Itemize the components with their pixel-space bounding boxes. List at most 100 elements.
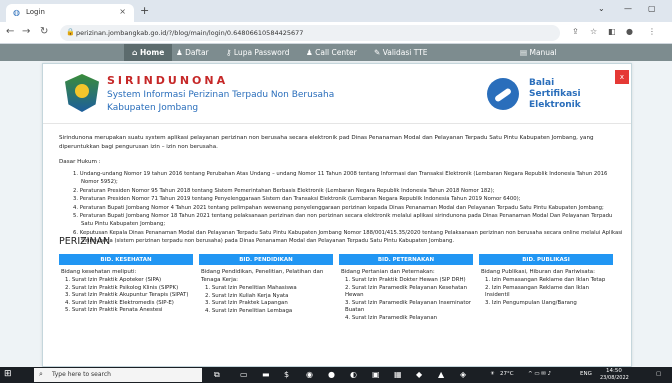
minimize-icon[interactable]: — — [624, 4, 632, 13]
new-tab-button[interactable]: + — [140, 4, 149, 17]
reload-icon[interactable]: ↻ — [40, 26, 48, 37]
column-header-peternakan[interactable]: BID. PETERNAKAN — [339, 254, 473, 265]
bse-line-1: Balai — [529, 78, 555, 88]
explorer-icon[interactable]: ▭ — [240, 370, 248, 379]
law-item: 2. Peraturan Presiden Nomor 95 Tahun 201… — [73, 187, 495, 194]
permit-item[interactable]: 4. Surat Izin Praktik Elektromedis (SIP-… — [65, 300, 193, 308]
column-pendidikan: BID. PENDIDIKAN Bidang Pendidikan, Penel… — [199, 254, 333, 315]
weather-icon[interactable]: ☀ — [490, 371, 495, 377]
law-item: 6. Keputusan Kepala Dinas Penanaman Moda… — [73, 229, 623, 245]
menu-manual[interactable]: ▤ Manual — [520, 44, 557, 61]
close-button[interactable]: x — [615, 70, 629, 84]
browser-tab-bar: ◍ Login × + ⌄ — ▢ — [0, 0, 672, 22]
menu-lupa-password[interactable]: ⚷ Lupa Password — [226, 44, 289, 61]
folder-icon[interactable]: ▬ — [262, 370, 270, 379]
permit-item[interactable]: 1. Surat Izin Praktik Apoteker (SIPA) — [65, 277, 193, 285]
bse-logo — [487, 78, 519, 110]
permit-item[interactable]: 2. Surat Izin Paramedik Pelayanan Keseha… — [345, 285, 473, 300]
dasar-hukum-label: Dasar Hukum : — [59, 159, 101, 165]
permit-item[interactable]: 3. Surat Izin Praktik Akupuntur Terapis … — [65, 292, 193, 300]
globe-icon: ◍ — [13, 8, 20, 17]
column-subtitle: Bidang Pendidikan, Penelitian, Pelatihan… — [201, 269, 324, 283]
law-item: 5. Peraturan Bupati Jombang Nomor 18 Tah… — [73, 213, 613, 228]
brand-region: Kabupaten Jombang — [107, 103, 199, 113]
permit-item[interactable]: 1. Surat Izin Penelitian Mahasiswa — [205, 285, 333, 293]
bse-line-2: Sertifikasi — [529, 89, 581, 99]
perizinan-heading: PERIZINAN — [59, 236, 111, 247]
permit-item[interactable]: 2. Izin Pemasangan Reklame dan Iklan Ins… — [485, 285, 613, 300]
permit-item[interactable]: 3. Izin Pengumpulan Uang/Barang — [485, 300, 613, 308]
column-publikasi: BID. PUBLIKASI Bidang Publikasi, Hiburan… — [479, 254, 613, 307]
column-subtitle: Bidang Pertanian dan Peternakan: — [341, 269, 435, 275]
url-text: perizinan.jombangkab.go.id/?/blog/main/l… — [76, 29, 304, 37]
profile-icon[interactable]: ● — [626, 27, 633, 36]
brand-title: SIRINDUNONA — [107, 74, 229, 87]
users-icon: ♟ — [306, 48, 313, 57]
pencil-icon: ✎ — [374, 48, 381, 57]
app-icon[interactable]: ▲ — [438, 370, 444, 379]
task-view-icon[interactable]: ⧉ — [214, 370, 220, 380]
menu-call-center[interactable]: ♟ Call Center — [306, 44, 357, 61]
home-icon: ⌂ — [132, 48, 138, 57]
taskbar-search[interactable]: ⌕ Type here to search — [34, 368, 202, 382]
column-header-kesehatan[interactable]: BID. KESEHATAN — [59, 254, 193, 265]
app-icon[interactable]: ▣ — [372, 370, 380, 379]
share-icon[interactable]: ⇪ — [572, 27, 579, 36]
law-item: 3. Peraturan Presiden Nomor 71 Tahun 201… — [73, 196, 521, 203]
permit-list: 1. Surat Izin Praktik Dokter Hewan (SIP … — [339, 277, 473, 323]
language-indicator[interactable]: ENG — [580, 371, 592, 377]
forward-icon[interactable]: → — [22, 26, 30, 37]
more-icon[interactable]: ⋮ — [648, 27, 656, 36]
app-icon[interactable]: ◐ — [350, 370, 357, 379]
app-icon[interactable]: ◆ — [416, 370, 422, 379]
permit-item[interactable]: 2. Surat Izin Praktik Psikolog Klinis (S… — [65, 285, 193, 293]
clock-time[interactable]: 14:50 — [606, 368, 622, 374]
permit-item[interactable]: 3. Surat Izin Praktek Lapangan — [205, 300, 333, 308]
chevron-down-icon[interactable]: ⌄ — [598, 4, 605, 13]
chrome-icon[interactable]: ◉ — [306, 370, 313, 379]
browser-tab[interactable]: ◍ Login × — [6, 4, 134, 22]
os-taskbar: ⊞ ⌕ Type here to search ⧉ ▭ ▬ $ ◉ ● ◐ ▣ … — [0, 367, 672, 383]
permit-item[interactable]: 2. Surat Izin Kuliah Kerja Nyata — [205, 293, 333, 301]
tab-title: Login — [26, 8, 45, 16]
url-input[interactable]: 🔒 perizinan.jombangkab.go.id/?/blog/main… — [60, 25, 560, 41]
menu-daftar[interactable]: ♟ Daftar — [176, 44, 209, 61]
column-kesehatan: BID. KESEHATAN Bidang kesehatan meliputi… — [59, 254, 193, 315]
app-icon[interactable]: ◈ — [460, 370, 466, 379]
law-list: 1. Undang-undang Nomor 19 tahun 2016 ten… — [73, 170, 625, 246]
app-icon[interactable]: $ — [284, 370, 289, 379]
address-bar: ← → ↻ 🔒 perizinan.jombangkab.go.id/?/blo… — [0, 22, 672, 44]
app-icon[interactable]: ● — [328, 370, 335, 379]
back-icon[interactable]: ← — [6, 26, 14, 37]
intro-text: Sirindunona merupakan suatu system aplik… — [59, 135, 594, 150]
clock-date[interactable]: 23/08/2022 — [600, 375, 629, 381]
key-icon: ⚷ — [226, 48, 232, 57]
permit-item[interactable]: 1. Izin Pemasangan Reklame dan Iklan Tet… — [485, 277, 613, 285]
close-tab-icon[interactable]: × — [119, 7, 126, 16]
weather-temp[interactable]: 27°C — [500, 371, 514, 377]
book-icon: ▤ — [520, 48, 528, 57]
column-header-publikasi[interactable]: BID. PUBLIKASI — [479, 254, 613, 265]
sidebar-icon[interactable]: ◧ — [608, 27, 616, 36]
permit-item[interactable]: 3. Surat Izin Paramedik Pelayanan Insemi… — [345, 300, 473, 315]
menu-home[interactable]: ⌂ Home — [124, 44, 173, 61]
law-item: 4. Peraturan Bupati Jombang Nomor 4 Tahu… — [73, 204, 604, 211]
permit-item[interactable]: 4. Surat Izin Paramedik Pelayanan — [345, 315, 473, 323]
tray-icons[interactable]: ^ ▭ ✉ ♪ — [528, 371, 551, 377]
app-icon[interactable]: ▦ — [394, 370, 402, 379]
law-item: 1. Undang-undang Nomor 19 tahun 2016 ten… — [73, 171, 608, 186]
menu-validasi-tte[interactable]: ✎ Validasi TTE — [374, 44, 428, 61]
column-subtitle: Bidang kesehatan meliputi: — [61, 269, 137, 275]
maximize-icon[interactable]: ▢ — [648, 4, 656, 13]
star-icon[interactable]: ☆ — [590, 27, 597, 36]
permit-item[interactable]: 4. Surat Izin Penelitian Lembaga — [205, 308, 333, 316]
bse-line-3: Elektronik — [529, 100, 581, 110]
permit-list: 1. Surat Izin Praktik Apoteker (SIPA) 2.… — [59, 277, 193, 315]
permit-item[interactable]: 1. Surat Izin Praktik Dokter Hewan (SIP … — [345, 277, 473, 285]
permit-item[interactable]: 5. Surat Izin Praktik Penata Anestesi — [65, 307, 193, 315]
column-header-pendidikan[interactable]: BID. PENDIDIKAN — [199, 254, 333, 265]
site-header: SIRINDUNONA System Informasi Perizinan T… — [43, 64, 631, 124]
windows-start-icon[interactable]: ⊞ — [4, 369, 12, 379]
notification-icon[interactable]: ▢ — [656, 371, 661, 377]
permit-list: 1. Surat Izin Penelitian Mahasiswa 2. Su… — [199, 285, 333, 315]
